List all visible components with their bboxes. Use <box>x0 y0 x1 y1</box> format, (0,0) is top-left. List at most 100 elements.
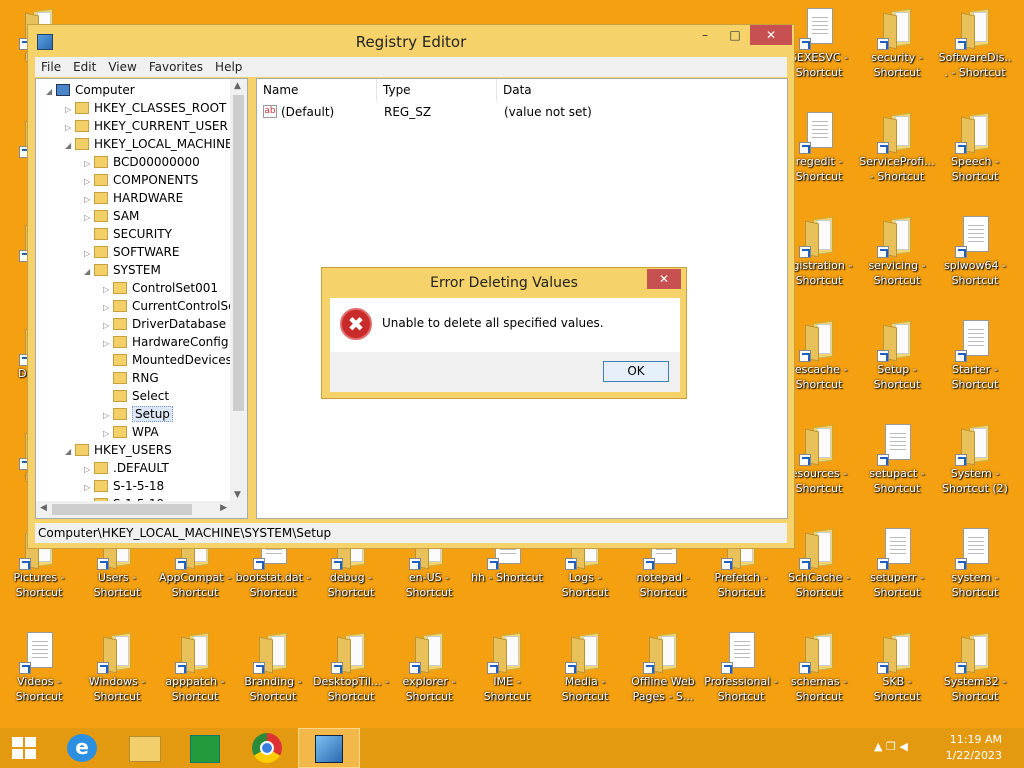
column-header-type[interactable]: Type <box>377 79 497 101</box>
desktop-shortcut[interactable]: Videos - Shortcut <box>0 624 78 724</box>
menu-help[interactable]: Help <box>209 60 248 74</box>
tree-node[interactable]: ◢ SYSTEM <box>84 261 161 279</box>
menu-favorites[interactable]: Favorites <box>143 60 209 74</box>
desktop-shortcut[interactable]: SKB - Shortcut <box>858 624 936 724</box>
desktop-shortcut[interactable]: IME - Shortcut <box>468 624 546 724</box>
desktop-shortcut[interactable]: apppatch - Shortcut <box>156 624 234 724</box>
desktop-shortcut-label: Offline Web Pages - S... <box>631 675 695 703</box>
menu-view[interactable]: View <box>102 60 142 74</box>
folder-icon <box>799 420 839 466</box>
tree-horizontal-scroll-thumb[interactable] <box>52 504 192 515</box>
taskbar-regedit-active[interactable] <box>298 728 360 768</box>
tree-vertical-scroll-thumb[interactable] <box>233 95 244 411</box>
tree-node[interactable]: ◢ HKEY_USERS <box>65 441 172 459</box>
document-icon <box>955 316 995 362</box>
tree-node[interactable]: ▷ S-1-5-18 <box>84 477 164 495</box>
desktop-shortcut[interactable]: DesktopTil... - Shortcut <box>312 624 390 724</box>
tree-node-label: HKEY_CURRENT_USER <box>94 119 228 133</box>
desktop-shortcut[interactable]: Setup - Shortcut <box>858 312 936 412</box>
desktop-shortcut-label: debug - Shortcut <box>327 571 375 599</box>
desktop-shortcut[interactable]: ServiceProfi... - Shortcut <box>858 104 936 204</box>
folder-icon <box>113 318 127 330</box>
tree-node[interactable]: ▷ HKEY_CURRENT_USER <box>65 117 228 135</box>
desktop-shortcut[interactable]: servicing - Shortcut <box>858 208 936 308</box>
tree-node[interactable]: ▷ ControlSet001 <box>103 279 218 297</box>
tree-node-label: BCD00000000 <box>113 155 200 169</box>
folder-icon <box>955 4 995 50</box>
taskbar-ie[interactable]: e <box>50 728 112 768</box>
tree-node-label: SECURITY <box>113 227 172 241</box>
folder-icon <box>877 108 917 154</box>
tree-vertical-scrollbar[interactable]: ▲ ▼ <box>230 79 247 518</box>
tree-node[interactable]: ▷ SAM <box>84 207 139 225</box>
expanded-arrow-icon[interactable]: ◢ <box>84 263 94 281</box>
tree-node[interactable]: ▷ BCD00000000 <box>84 153 200 171</box>
desktop-shortcut[interactable]: setuperr - Shortcut <box>858 520 936 620</box>
taskbar-file-explorer[interactable] <box>112 728 174 768</box>
registry-tree-pane[interactable]: ◢ Computer ▷ HKEY_CLASSES_ROOT ▷ HKEY_CURRENT… <box>35 78 248 519</box>
tree-node-label: Setup <box>132 406 173 422</box>
desktop-shortcut[interactable]: Branding - Shortcut <box>234 624 312 724</box>
tree-node[interactable]: RNG <box>103 369 159 387</box>
desktop-shortcut[interactable]: System - Shortcut (2) <box>936 416 1014 516</box>
tree-node[interactable]: ▷ HARDWARE <box>84 189 183 207</box>
expanded-arrow-icon[interactable]: ◢ <box>65 443 75 461</box>
error-dialog[interactable]: Error Deleting Values ✕ ✖ Unable to dele… <box>321 267 687 399</box>
desktop-shortcut[interactable]: system - Shortcut <box>936 520 1014 620</box>
system-tray-icons[interactable]: ▲ ❐ ◀ <box>874 740 908 753</box>
desktop-shortcut[interactable]: schemas - Shortcut <box>780 624 858 724</box>
expanded-arrow-icon[interactable]: ◢ <box>46 83 56 101</box>
desktop-shortcut[interactable]: Offline Web Pages - S... <box>624 624 702 724</box>
desktop-shortcut[interactable]: Media - Shortcut <box>546 624 624 724</box>
tree-node[interactable]: ▷ .DEFAULT <box>84 459 169 477</box>
tree-node[interactable]: ▷ WPA <box>103 423 159 441</box>
dialog-body: ✖ Unable to delete all specified values.… <box>330 298 680 392</box>
desktop-shortcut[interactable]: security - Shortcut <box>858 0 936 100</box>
tree-node[interactable]: ▷ SOFTWARE <box>84 243 179 261</box>
tree-node[interactable]: ▷ HardwareConfig <box>103 333 228 351</box>
menu-edit[interactable]: Edit <box>67 60 102 74</box>
value-type: REG_SZ <box>384 105 432 119</box>
tree-node-label: DriverDatabase <box>132 317 227 331</box>
tree-node[interactable]: ▷ COMPONENTS <box>84 171 198 189</box>
column-header-name[interactable]: Name <box>257 79 377 101</box>
tree-node[interactable]: ▷ HKEY_CLASSES_ROOT <box>65 99 226 117</box>
clock-time: 11:19 AM <box>949 733 1002 746</box>
taskbar-store[interactable] <box>174 728 236 768</box>
taskbar: e ▲ ❐ ◀ 11:19 AM 1/22/2023 <box>0 728 1024 768</box>
desktop-shortcut[interactable]: Windows - Shortcut <box>78 624 156 724</box>
regedit-icon <box>799 108 839 154</box>
desktop-shortcut[interactable]: explorer - Shortcut <box>390 624 468 724</box>
desktop-shortcut[interactable]: Speech - Shortcut <box>936 104 1014 204</box>
desktop-shortcut[interactable]: Starter - Shortcut <box>936 312 1014 412</box>
ok-button[interactable]: OK <box>603 361 669 382</box>
expanded-arrow-icon[interactable]: ◢ <box>65 137 75 155</box>
minimize-button[interactable]: – <box>690 25 720 45</box>
desktop-shortcut[interactable]: splwow64 - Shortcut <box>936 208 1014 308</box>
desktop-shortcut[interactable]: setupact - Shortcut <box>858 416 936 516</box>
desktop-shortcut-label: SoftwareDis... - Shortcut <box>938 51 1012 79</box>
folder-icon <box>113 426 127 438</box>
taskbar-chrome[interactable] <box>236 728 298 768</box>
tree-node[interactable]: ▷ DriverDatabase <box>103 315 226 333</box>
window-titlebar[interactable]: Registry Editor – □ ✕ <box>28 25 794 57</box>
desktop-shortcut[interactable]: SoftwareDis... - Shortcut <box>936 0 1014 100</box>
tree-node[interactable]: ◢ HKEY_LOCAL_MACHINE <box>65 135 233 153</box>
tree-node[interactable]: Select <box>103 387 169 405</box>
maximize-button[interactable]: □ <box>720 25 750 45</box>
regedit-icon <box>315 735 343 763</box>
tree-node[interactable]: SECURITY <box>84 225 172 243</box>
desktop-shortcut[interactable]: Professional - Shortcut <box>702 624 780 724</box>
clock[interactable]: 11:19 AM 1/22/2023 <box>946 732 1002 764</box>
tree-node[interactable]: ▷ Setup <box>103 405 173 423</box>
tree-node[interactable]: ◢ Computer <box>46 81 135 99</box>
tree-horizontal-scrollbar[interactable]: ◀ ▶ <box>36 501 247 518</box>
desktop-shortcut[interactable]: System32 - Shortcut <box>936 624 1014 724</box>
column-header-data[interactable]: Data <box>497 79 789 101</box>
tree-node[interactable]: ▷ CurrentControlSet <box>103 297 240 315</box>
menu-file[interactable]: File <box>35 60 67 74</box>
close-button[interactable]: ✕ <box>750 25 792 45</box>
dialog-close-button[interactable]: ✕ <box>647 269 681 289</box>
tree-node[interactable]: MountedDevices <box>103 351 232 369</box>
tree-node-label: SYSTEM <box>113 263 161 277</box>
